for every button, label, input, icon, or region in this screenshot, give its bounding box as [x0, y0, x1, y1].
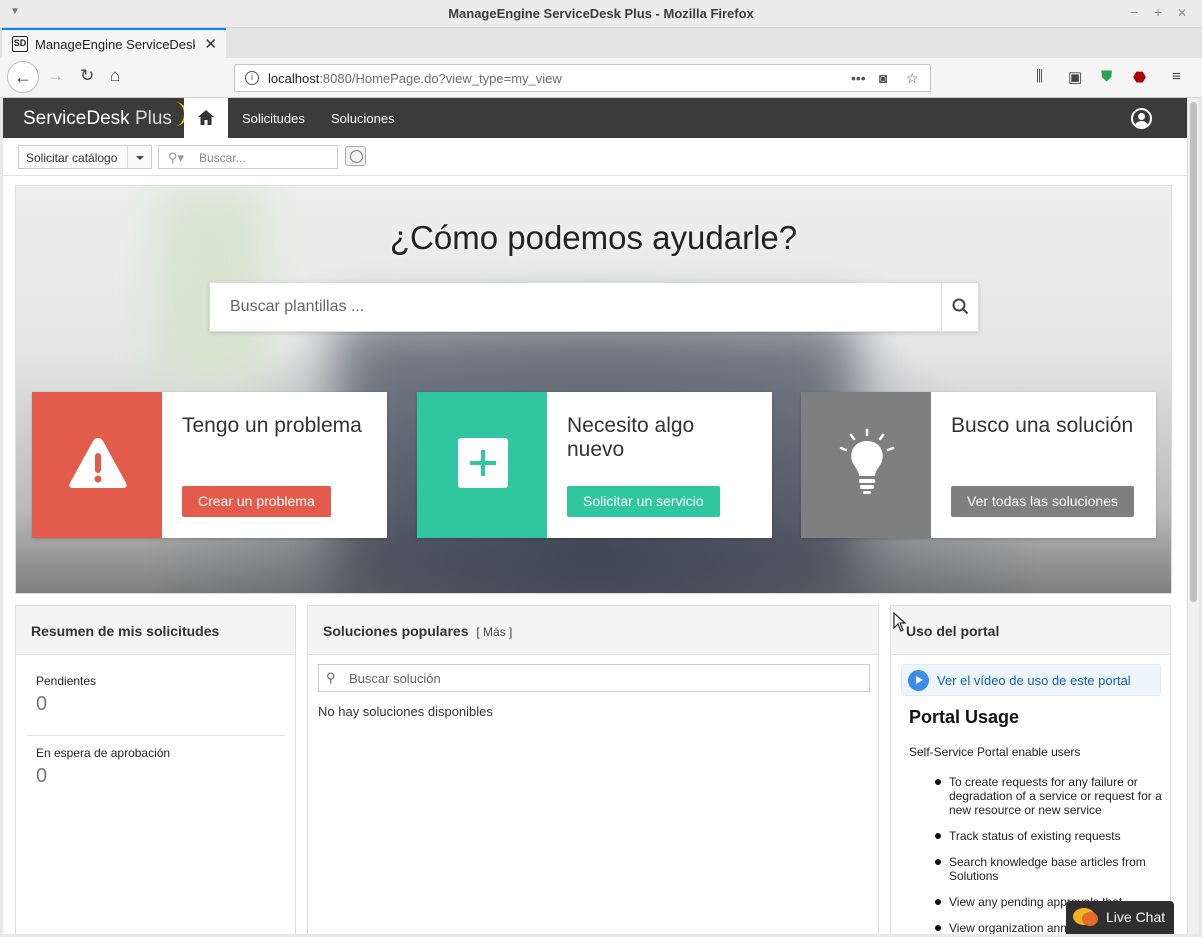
hero-banner: ¿Cómo podemos ayudarle? Buscar plantilla… [15, 185, 1172, 594]
browser-navbar: ← → ↻ ⌂ i localhost:8080/HomePage.do?vie… [0, 58, 1202, 98]
divider [26, 735, 286, 736]
url-bar[interactable]: i localhost:8080/HomePage.do?view_type=m… [234, 64, 931, 92]
more-solutions-link[interactable]: [ Más ] [476, 625, 512, 639]
template-search-placeholder: Buscar plantillas ... [230, 298, 365, 315]
user-avatar-icon[interactable] [1131, 108, 1152, 129]
solution-search-input[interactable]: ⚲ Buscar solución [318, 664, 870, 692]
catalog-label: Solicitar catálogo [26, 151, 118, 165]
scrollbar-thumb[interactable] [1190, 102, 1197, 602]
close-window-button[interactable]: ✕ [1177, 6, 1187, 20]
lightbulb-icon [839, 428, 895, 494]
popular-solutions-header: Soluciones populares [ Más ] [308, 606, 878, 655]
minimize-button[interactable]: − [1130, 4, 1138, 20]
portal-video-link[interactable]: Ver el vídeo de uso de este portal [901, 664, 1161, 696]
tab-title: ManageEngine ServiceDesk Plus [35, 36, 195, 52]
summary-panel: Resumen de mis solicitudes Pendientes 0 … [15, 605, 296, 934]
list-item: To create requests for any failure or de… [935, 775, 1164, 817]
portal-video-link-text: Ver el vídeo de uso de este portal [937, 673, 1131, 688]
card-problem-title: Tengo un problema [182, 414, 362, 437]
home-tab[interactable] [184, 98, 228, 138]
url-text[interactable]: localhost:8080/HomePage.do?view_type=my_… [268, 71, 562, 86]
approval-count[interactable]: 0 [36, 765, 47, 788]
ublock-icon[interactable]: ⬣ [1133, 68, 1146, 86]
nav-soluciones[interactable]: Soluciones [331, 111, 395, 126]
tab-strip: SD ManageEngine ServiceDesk Plus ✕ + [0, 28, 1202, 80]
tab-close-icon[interactable]: ✕ [204, 35, 217, 53]
live-chat-button[interactable]: Live Chat [1066, 901, 1174, 934]
menu-icon[interactable]: ≡ [1172, 68, 1181, 85]
summary-title: Resumen de mis solicitudes [16, 606, 295, 655]
request-catalog-button[interactable]: Solicitar catálogo [18, 145, 152, 169]
shield-extension-icon[interactable]: ⛊ [1101, 68, 1112, 85]
card-solutions: Busco una solución Ver todas las solucio… [801, 392, 1156, 538]
search-icon[interactable]: ⚲▾ [168, 150, 184, 166]
back-icon[interactable]: ← [7, 61, 39, 93]
site-info-icon[interactable]: i [245, 71, 259, 85]
list-item: Track status of existing requests [935, 829, 1164, 843]
window-titlebar: ▼ ManageEngine ServiceDesk Plus - Mozill… [0, 0, 1202, 28]
template-search-button[interactable] [941, 283, 978, 331]
popular-solutions-title: Soluciones populares [323, 623, 469, 639]
chevron-down-icon[interactable] [127, 146, 151, 168]
card-solutions-title: Busco una solución [951, 414, 1134, 437]
pending-label[interactable]: Pendientes [36, 674, 96, 688]
portal-usage-intro: Self-Service Portal enable users [909, 745, 1081, 759]
page-actions-icon[interactable]: ••• [851, 70, 866, 86]
no-solutions-message: No hay soluciones disponibles [318, 704, 493, 719]
portal-usage-panel: Uso del portal Ver el vídeo de uso de es… [890, 605, 1171, 934]
history-icon[interactable] [345, 146, 366, 166]
search-icon: ⚲ [326, 670, 336, 685]
plus-icon [458, 438, 508, 488]
list-item: Search knowledge base articles from Solu… [935, 855, 1164, 883]
sub-toolbar: Solicitar catálogo ⚲▾ Buscar... [3, 138, 1187, 176]
search-icon [952, 298, 969, 315]
card-new-request-side [417, 392, 547, 538]
pocket-icon[interactable]: ◙ [879, 70, 887, 86]
solution-search-placeholder: Buscar solución [349, 671, 441, 686]
bookmark-star-icon[interactable]: ☆ [906, 70, 919, 87]
portal-usage-title: Uso del portal [891, 606, 1170, 655]
browser-tab[interactable]: SD ManageEngine ServiceDesk Plus ✕ [2, 28, 226, 58]
sidebar-icon[interactable]: ▣ [1068, 68, 1082, 86]
forward-icon[interactable]: → [47, 66, 64, 86]
create-problem-button[interactable]: Crear un problema [182, 486, 331, 517]
home-icon[interactable]: ⌂ [110, 66, 120, 86]
search-placeholder: Buscar... [199, 151, 246, 165]
template-search-input[interactable]: Buscar plantillas ... [209, 282, 979, 332]
hero-title: ¿Cómo podemos ayudarle? [389, 219, 798, 256]
window-title: ManageEngine ServiceDesk Plus - Mozilla … [448, 6, 754, 21]
app-logo[interactable]: ServiceDesk Plus [23, 102, 187, 130]
portal-usage-heading: Portal Usage [909, 707, 1020, 727]
play-icon [908, 670, 929, 691]
app-header: ServiceDesk Plus Solicitudes Soluciones [3, 98, 1187, 138]
maximize-button[interactable]: + [1154, 4, 1162, 20]
card-problem: Tengo un problema Crear un problema [32, 392, 387, 538]
page-scrollbar[interactable] [1187, 98, 1199, 934]
card-solutions-side [801, 392, 931, 538]
library-icon[interactable]: ⫼ [1036, 68, 1043, 85]
page-viewport: ServiceDesk Plus Solicitudes Soluciones … [3, 98, 1187, 934]
mouse-cursor-icon [893, 612, 907, 632]
card-new-request: Necesito algo nuevo Solicitar un servici… [417, 392, 772, 538]
global-search-input[interactable]: ⚲▾ Buscar... [158, 145, 338, 169]
card-new-request-title: Necesito algo nuevo [567, 414, 695, 461]
home-icon [198, 110, 214, 125]
view-all-solutions-button[interactable]: Ver todas las soluciones [951, 486, 1134, 517]
warning-icon [69, 438, 127, 488]
popular-solutions-panel: Soluciones populares [ Más ] ⚲ Buscar so… [307, 605, 879, 934]
live-chat-label: Live Chat [1106, 909, 1166, 925]
favicon-icon: SD [12, 36, 28, 52]
request-service-button[interactable]: Solicitar un servicio [567, 486, 720, 517]
reload-icon[interactable]: ↻ [80, 66, 94, 86]
pending-count[interactable]: 0 [36, 693, 47, 716]
nav-solicitudes[interactable]: Solicitudes [242, 111, 305, 126]
approval-label[interactable]: En espera de aprobación [36, 746, 170, 760]
card-problem-side [32, 392, 162, 538]
